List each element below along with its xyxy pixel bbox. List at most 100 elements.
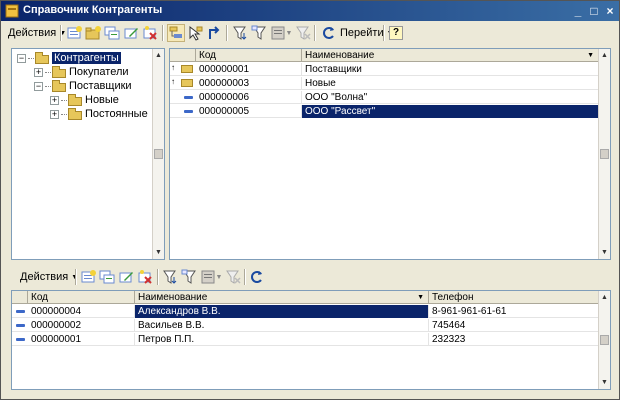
- copy-button-bottom[interactable]: [98, 268, 116, 286]
- add-item-button-bottom[interactable]: [79, 268, 97, 286]
- column-header-code[interactable]: Код: [28, 291, 135, 304]
- filter-value-icon: [181, 269, 196, 284]
- sort-arrow-icon: ▼: [587, 52, 594, 59]
- top-list-panel[interactable]: Код Наименование ▼ ↑ 000000001 Поставщики…: [169, 48, 611, 260]
- filter-set-button-bottom[interactable]: [161, 268, 179, 286]
- item-icon: [16, 324, 25, 327]
- column-header-name[interactable]: Наименование ▼: [135, 291, 429, 304]
- scroll-thumb[interactable]: [154, 149, 163, 159]
- filter-history-button[interactable]: ▼: [269, 24, 293, 42]
- edit-icon: [124, 28, 138, 39]
- delete-button-bottom[interactable]: [136, 268, 154, 286]
- level-up-button[interactable]: [205, 24, 223, 42]
- column-header-phone[interactable]: Телефон: [429, 291, 599, 304]
- add-item-icon: [67, 26, 82, 39]
- bottom-list-scrollbar[interactable]: ▲ ▼: [598, 291, 610, 389]
- table-row-selected[interactable]: 000000004 Александров В.В. 8-961-961-61-…: [12, 305, 599, 318]
- actions-menu-label: Действия: [20, 271, 69, 283]
- top-list-header: Код Наименование ▼: [170, 49, 599, 62]
- top-toolbar: Действия ▼ ▼ Перейти ▼ ?: [3, 23, 617, 43]
- edit-button-bottom[interactable]: [117, 268, 135, 286]
- filter-set-button[interactable]: [231, 24, 249, 42]
- scroll-down-icon[interactable]: ▼: [153, 247, 164, 258]
- tree-item-pokupateli[interactable]: + Покупатели: [34, 65, 129, 79]
- help-button[interactable]: ?: [387, 24, 405, 42]
- copy-icon: [99, 270, 115, 284]
- bottom-list-header: Код Наименование ▼ Телефон: [12, 291, 599, 304]
- filter-value-button-bottom[interactable]: [180, 268, 198, 286]
- filter-icon: [233, 26, 247, 40]
- hierarchy-toggle-button[interactable]: [167, 24, 185, 42]
- scroll-thumb[interactable]: [600, 335, 609, 345]
- bottom-list-panel[interactable]: Код Наименование ▼ Телефон 000000004 Алек…: [11, 290, 611, 390]
- name-cell: ООО "Волна": [302, 91, 599, 104]
- table-row[interactable]: 000000001 Петров П.П. 232323: [12, 333, 599, 346]
- select-parent-button[interactable]: [186, 24, 204, 42]
- code-cell: 000000001: [28, 333, 135, 346]
- table-row-selected[interactable]: 000000005 ООО "Рассвет": [170, 105, 599, 118]
- add-item-button[interactable]: [65, 24, 83, 42]
- tree-item-novye[interactable]: + Новые: [50, 93, 119, 107]
- filter-icon: [163, 270, 177, 284]
- refresh-button-bottom[interactable]: [248, 268, 266, 286]
- scroll-down-icon[interactable]: ▼: [599, 377, 610, 388]
- filter-history-button-bottom[interactable]: ▼: [199, 268, 223, 286]
- name-cell: Поставщики: [302, 63, 599, 76]
- minimize-button[interactable]: _: [571, 4, 585, 18]
- expand-icon[interactable]: +: [50, 109, 59, 119]
- filter-value-button[interactable]: [250, 24, 268, 42]
- sort-arrow-icon: ▼: [417, 294, 424, 301]
- close-button[interactable]: ×: [603, 4, 617, 18]
- tree-panel[interactable]: − Контрагенты + Покупатели − Поставщики …: [11, 48, 165, 260]
- item-icon: [16, 338, 25, 341]
- scroll-down-icon[interactable]: ▼: [599, 247, 610, 258]
- filter-clear-button[interactable]: [294, 24, 312, 42]
- table-row[interactable]: ↑ 000000003 Новые: [170, 77, 599, 90]
- phone-cell: 8-961-961-61-61: [429, 305, 599, 318]
- table-row[interactable]: 000000006 ООО "Волна": [170, 91, 599, 104]
- item-icon: [184, 110, 193, 113]
- delete-button[interactable]: [141, 24, 159, 42]
- tree-root[interactable]: − Контрагенты: [17, 51, 121, 65]
- tree-item-postoyannye[interactable]: + Постоянные: [50, 107, 148, 121]
- collapse-icon[interactable]: −: [17, 53, 26, 63]
- window-title: Справочник Контрагенты: [23, 4, 163, 16]
- expand-icon[interactable]: +: [34, 67, 43, 77]
- add-group-button[interactable]: [84, 24, 102, 42]
- scroll-up-icon[interactable]: ▲: [599, 50, 610, 61]
- copy-icon: [104, 26, 120, 40]
- item-icon: [184, 96, 193, 99]
- tree-scrollbar[interactable]: ▲ ▼: [152, 49, 164, 259]
- maximize-button[interactable]: □: [587, 4, 601, 18]
- code-cell: 000000006: [196, 91, 302, 104]
- scroll-up-icon[interactable]: ▲: [599, 292, 610, 303]
- scroll-up-icon[interactable]: ▲: [153, 50, 164, 61]
- expand-icon[interactable]: +: [50, 95, 59, 105]
- tree-root-label: Контрагенты: [52, 52, 121, 64]
- column-header-name[interactable]: Наименование ▼: [302, 49, 599, 62]
- folder-icon: [52, 65, 66, 78]
- title-bar[interactable]: Справочник Контрагенты _ □ ×: [1, 1, 619, 21]
- actions-menu-button-bottom[interactable]: Действия ▼: [17, 268, 81, 286]
- collapse-icon[interactable]: −: [34, 81, 43, 91]
- table-row[interactable]: 000000002 Васильев В.В. 745464: [12, 319, 599, 332]
- name-cell: ООО "Рассвет": [302, 105, 599, 118]
- top-list-scrollbar[interactable]: ▲ ▼: [598, 49, 610, 259]
- edit-button[interactable]: [122, 24, 140, 42]
- filter-clear-button-bottom[interactable]: [224, 268, 242, 286]
- copy-button[interactable]: [103, 24, 121, 42]
- scroll-thumb[interactable]: [600, 149, 609, 159]
- filter-value-icon: [251, 25, 266, 40]
- tree-item-postavshiki[interactable]: − Поставщики: [34, 79, 132, 93]
- cursor-folder-icon: [189, 25, 203, 41]
- folder-icon: [181, 65, 193, 73]
- up-level-icon: ↑: [171, 77, 175, 86]
- table-row[interactable]: ↑ 000000001 Поставщики: [170, 63, 599, 76]
- filter-clear-icon: [296, 26, 311, 40]
- actions-menu-label: Действия: [8, 27, 57, 39]
- level-up-icon: [209, 26, 220, 39]
- column-header-code[interactable]: Код: [196, 49, 302, 62]
- folder-icon: [35, 51, 49, 64]
- code-cell: 000000005: [196, 105, 302, 118]
- name-cell: Петров П.П.: [135, 333, 429, 346]
